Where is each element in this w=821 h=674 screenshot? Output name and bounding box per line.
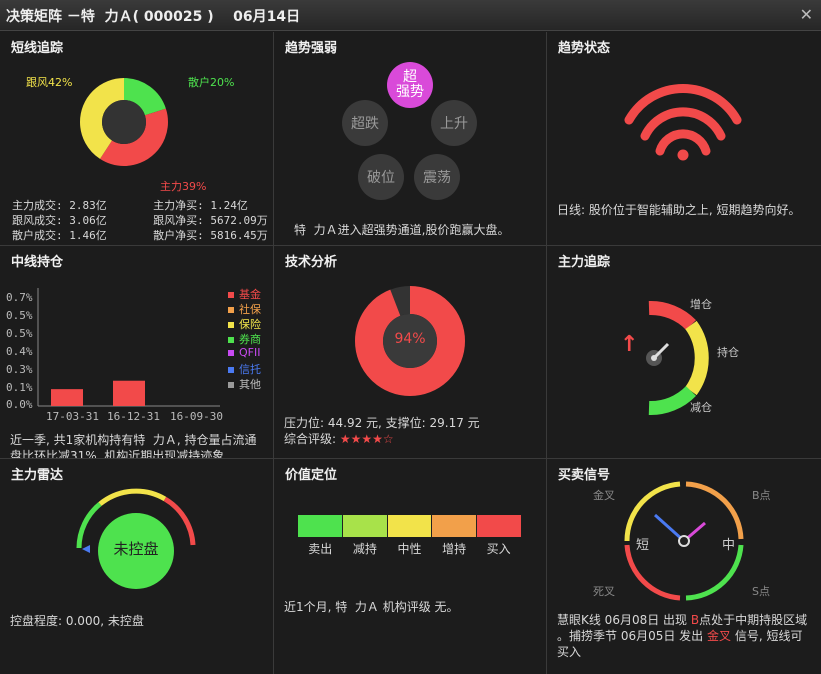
- x-tick: 17-03-31: [46, 410, 99, 423]
- panel-short-track: 短线追踪 跟风42% 散户20% 主力39% 主力成交: 2.83亿 主力净买:…: [0, 32, 274, 246]
- trend-strength-text: 特 力Ａ进入超强势通道,股价跑赢大盘。: [294, 223, 510, 237]
- arrow-up-icon: ↑: [620, 332, 639, 357]
- bubble-oscillate: 震荡: [414, 154, 460, 200]
- title-bar: 决策矩阵 －特 力Ａ( 000025 ) 06月14日 ✕: [0, 0, 821, 31]
- radar-center-label: 未控盘: [113, 540, 159, 558]
- signal-line-2: 。捕捞季节 06月05日 发出 金叉 信号, 短线可: [557, 629, 803, 643]
- zone-hold: 持仓: [717, 346, 739, 359]
- legend-fund: 基金: [228, 286, 261, 302]
- main-track-gauge: [646, 301, 709, 415]
- panel-main-track: 主力追踪 ↑ 增仓 持仓 减仓: [547, 246, 821, 459]
- panel-value-pos: 价值定位 卖出 减持 中性 增持 买入 近1个月, 特 力Ａ 机构评级 无。: [274, 459, 547, 674]
- panel-signal: 买卖信号 金叉 B点 短 中 死叉 S点 慧眼K线 06月08日 出现 B点处于…: [547, 459, 821, 674]
- panel-radar: 主力雷达 未控盘 控盘程度: 0.000, 未控盘: [0, 459, 274, 674]
- panel-trend-state: 趋势状态 日线: 股价位于智能辅助之上, 短期趋势向好。: [547, 32, 821, 246]
- seg-reduce: [342, 515, 388, 537]
- stat-line-1: 主力成交: 2.83亿 主力净买: 1.24亿: [12, 199, 248, 212]
- stat-line-3: 散户成交: 1.46亿 散户净买: 5816.45万: [12, 229, 268, 242]
- panel-tech: 技术分析 94% 压力位: 44.92 元, 支撑位: 29.17 元 综合评级…: [274, 246, 547, 459]
- legend-trust: 信托: [228, 361, 261, 377]
- seg-buy: [477, 515, 521, 537]
- zone-add: 增仓: [690, 298, 712, 311]
- value-scale-bar: [298, 515, 521, 537]
- seg-label: 中性: [397, 542, 422, 556]
- seg-label: 减持: [352, 542, 377, 556]
- seg-label: 卖出: [308, 542, 333, 556]
- holding-bar: [113, 380, 145, 406]
- seg-sell: [298, 515, 343, 537]
- label-main: 主力39%: [160, 180, 207, 193]
- panel-mid-hold: 中线持仓 0.7% 0.5% 0.5% 0.4% 0.3% 0.1% 0.0% …: [0, 246, 274, 459]
- legend-insurance: 保险: [228, 316, 261, 332]
- legend-social: 社保: [228, 301, 261, 317]
- value-scale-labels: 卖出 减持 中性 增持 买入: [298, 540, 521, 557]
- seg-label: 增持: [442, 542, 467, 556]
- dial-dead-cross: 死叉: [593, 585, 615, 598]
- dial-golden-cross: 金叉: [593, 489, 615, 502]
- window-title: 决策矩阵 －特 力Ａ( 000025 ) 06月14日: [6, 9, 301, 25]
- zone-reduce: 减仓: [690, 401, 712, 414]
- mid-hold-text: 近一季, 共1家机构持有特 力Ａ, 持仓量占流通 盘比环比减31%, 机构近期出…: [10, 433, 257, 459]
- radar-gauge: [76, 488, 196, 589]
- bubble-break: 破位: [358, 154, 404, 200]
- bubble-super-strong: 超 强势: [387, 62, 433, 108]
- signal-line-3: 买入: [557, 645, 582, 659]
- x-tick: 16-09-30: [170, 410, 223, 423]
- seg-label: 买入: [486, 542, 511, 556]
- legend-qfii: QFII: [228, 346, 260, 359]
- donut-hole: [102, 100, 146, 144]
- panel-title: 价值定位: [285, 468, 338, 483]
- dial-b-point: B点: [752, 489, 771, 502]
- x-tick: 16-12-31: [107, 410, 160, 423]
- legend-broker: 券商: [228, 331, 261, 347]
- panel-trend-strength: 趋势强弱 超 强势 超跌 上升 破位 震荡 特 力Ａ进入超强势通道,股价跑赢大盘…: [274, 32, 547, 246]
- seg-neutral: [387, 515, 433, 537]
- stat-line-2: 跟风成交: 3.06亿 跟风净买: 5672.09万: [12, 214, 268, 227]
- label-retail: 散户20%: [188, 76, 235, 89]
- tech-rating: 综合评级: ★★★★☆: [284, 432, 394, 447]
- radar-pointer-icon: [82, 545, 90, 553]
- radar-text: 控盘程度: 0.000, 未控盘: [10, 614, 144, 628]
- value-pos-text: 近1个月, 特 力Ａ 机构评级 无。: [284, 600, 459, 614]
- label-follow: 跟风42%: [26, 76, 73, 89]
- close-icon[interactable]: ✕: [800, 5, 813, 24]
- bubble-super-drop: 超跌: [342, 100, 388, 146]
- tech-pressure-text: 压力位: 44.92 元, 支撑位: 29.17 元: [284, 416, 480, 430]
- signal-line-1: 慧眼K线 06月08日 出现 B点处于中期持股区域: [557, 613, 808, 627]
- tech-percent-label: 94%: [394, 331, 426, 347]
- rating-stars: ★★★★☆: [339, 432, 394, 446]
- rating-label: 综合评级:: [284, 432, 340, 446]
- dial-mid: 中: [722, 538, 736, 553]
- dial-s-point: S点: [752, 585, 770, 598]
- seg-add: [432, 515, 478, 537]
- bubble-rise: 上升: [431, 100, 477, 146]
- matrix-grid: 短线追踪 跟风42% 散户20% 主力39% 主力成交: 2.83亿 主力净买:…: [0, 32, 821, 674]
- legend-other: 其他: [228, 376, 261, 392]
- dial-short: 短: [636, 538, 650, 553]
- trend-state-text: 日线: 股价位于智能辅助之上, 短期趋势向好。: [557, 203, 801, 217]
- panel-title: 趋势强弱: [285, 41, 338, 56]
- holding-bar: [51, 389, 83, 406]
